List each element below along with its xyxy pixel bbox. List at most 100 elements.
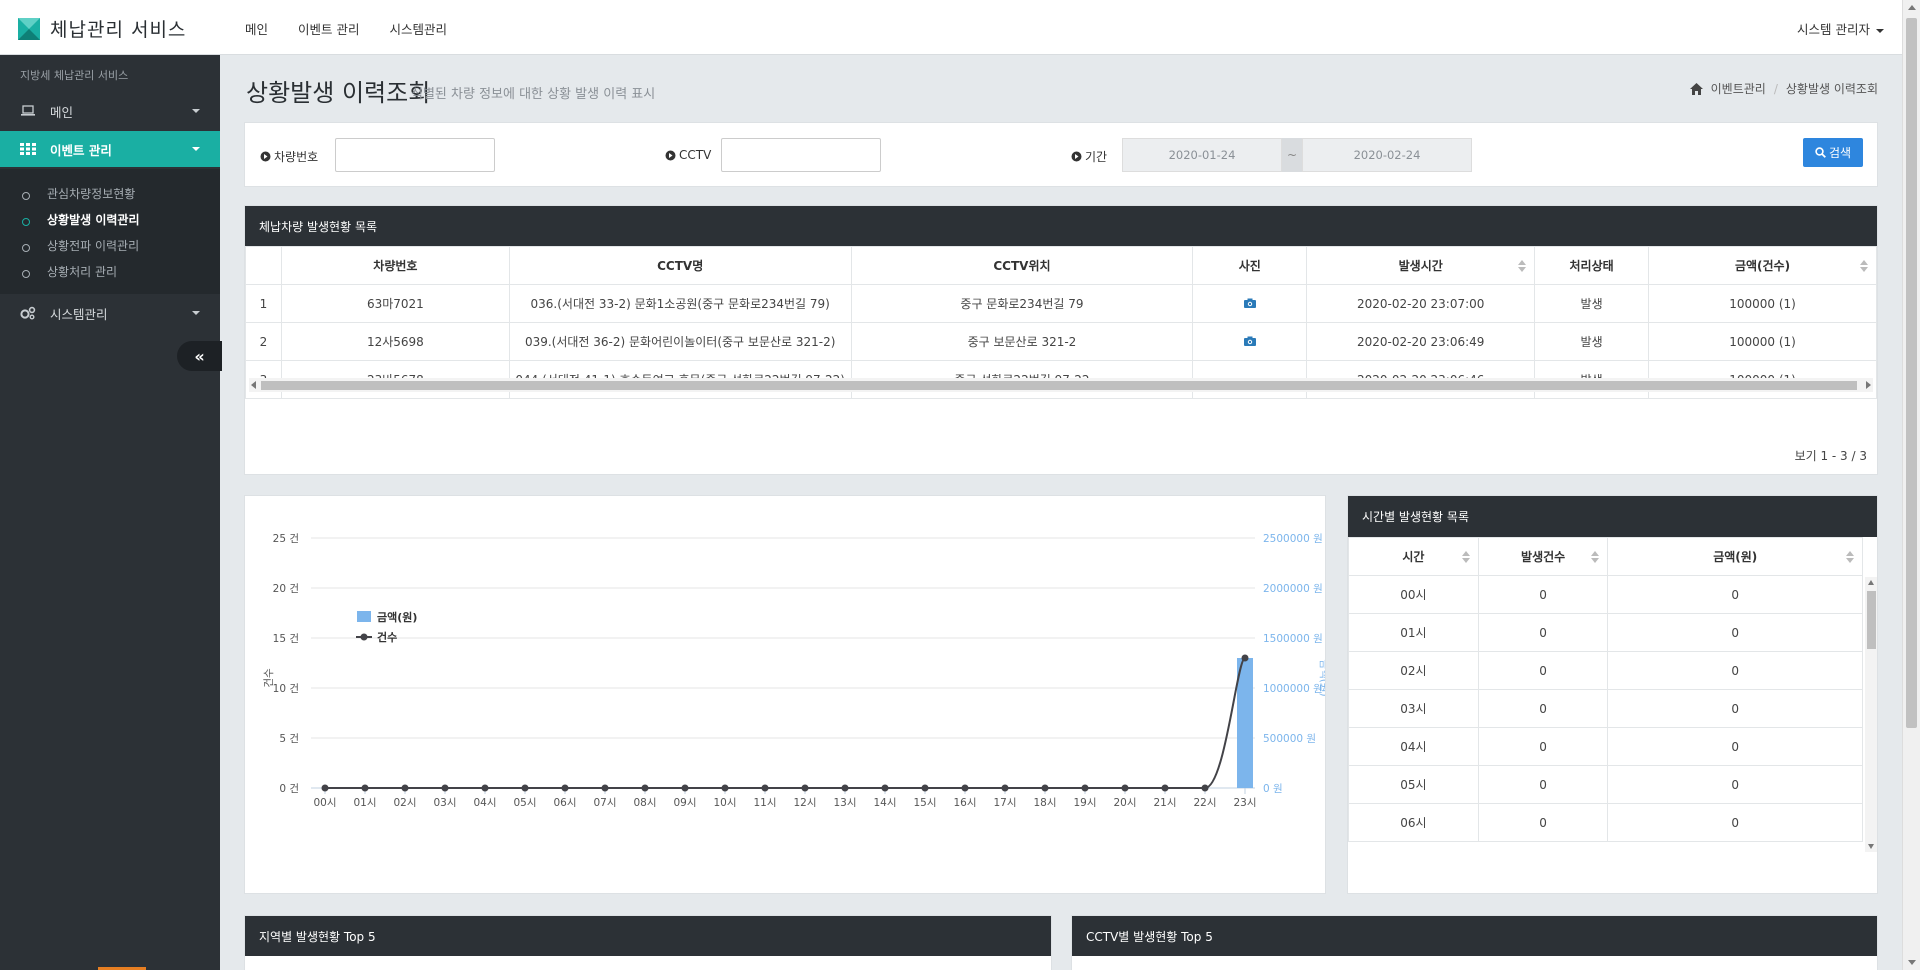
- amount-cell: 0: [1607, 689, 1863, 728]
- x-tick-label: 05시: [513, 797, 536, 809]
- time-cell: 2020-02-20 23:07:00: [1306, 284, 1536, 323]
- x-tick-label: 08시: [633, 797, 656, 809]
- chart-point: [601, 784, 609, 792]
- region-top5-panel: 지역별 발생현황 Top 5: [244, 915, 1052, 970]
- submenu-label: 관심차량정보현황: [47, 186, 136, 201]
- search-button-label: 검색: [1828, 146, 1852, 160]
- scroll-down-icon[interactable]: [1868, 844, 1874, 849]
- scroll-down-icon[interactable]: [1908, 960, 1916, 965]
- column-header-photo[interactable]: 사진: [1192, 246, 1308, 285]
- table-horizontal-scrollbar[interactable]: [249, 378, 1873, 392]
- sort-icon[interactable]: [1846, 551, 1854, 563]
- column-header-hour[interactable]: 시간: [1348, 537, 1479, 576]
- x-tick-label: 22시: [1193, 797, 1216, 809]
- legend-line-marker: [360, 633, 368, 641]
- scroll-left-icon[interactable]: [251, 381, 256, 389]
- table-row[interactable]: 02시 0 0: [1348, 651, 1863, 690]
- sidebar-item-label: 이벤트 관리: [50, 142, 112, 158]
- table-row[interactable]: 01시 0 0: [1348, 613, 1863, 652]
- home-icon[interactable]: [1689, 82, 1703, 95]
- table-row[interactable]: 04시 0 0: [1348, 727, 1863, 766]
- sidebar-title: 지방세 체납관리 서비스: [20, 69, 129, 82]
- hour-cell: 00시: [1348, 575, 1479, 614]
- user-menu[interactable]: 시스템 관리자: [1797, 19, 1884, 38]
- table-row[interactable]: 03시 0 0: [1348, 689, 1863, 728]
- sidebar-item-system-management[interactable]: 시스템관리: [0, 295, 220, 331]
- sort-icon[interactable]: [1518, 260, 1527, 272]
- x-tick-label: 16시: [953, 797, 976, 809]
- column-header-vehicle[interactable]: 차량번호: [280, 246, 510, 285]
- topnav-main[interactable]: 메인: [245, 19, 268, 38]
- camera-icon[interactable]: [1243, 298, 1256, 308]
- amount-cell: 0: [1607, 613, 1863, 652]
- count-cell: 0: [1477, 727, 1609, 766]
- scrollbar-thumb[interactable]: [261, 381, 1857, 390]
- y-right-tick-label: 2500000 원: [1263, 533, 1323, 545]
- double-chevron-left-icon: «: [194, 346, 205, 366]
- submenu-item-interest-vehicle[interactable]: 관심차량정보현황: [0, 181, 220, 205]
- x-tick-label: 17시: [993, 797, 1016, 809]
- scroll-right-icon[interactable]: [1866, 381, 1871, 389]
- chevron-down-icon: [192, 109, 200, 113]
- topnav-system-management[interactable]: 시스템관리: [390, 19, 448, 38]
- breadcrumb: 이벤트관리 / 상황발생 이력조회: [1689, 80, 1878, 97]
- scroll-up-icon[interactable]: [1908, 5, 1916, 10]
- y-left-tick-label: 10 건: [273, 683, 299, 695]
- sidebar-item-main[interactable]: 메인: [0, 93, 220, 129]
- cctv-input[interactable]: [721, 138, 881, 172]
- x-tick-label: 00시: [313, 797, 336, 809]
- circle-icon: [22, 244, 30, 252]
- amount-cell: 0: [1607, 803, 1863, 842]
- breadcrumb-separator: /: [1773, 81, 1778, 96]
- window-scrollbar[interactable]: [1902, 0, 1920, 970]
- breadcrumb-item[interactable]: 이벤트관리: [1711, 80, 1766, 97]
- table-row[interactable]: 05시 0 0: [1348, 765, 1863, 804]
- scroll-up-icon[interactable]: [1868, 580, 1874, 585]
- column-header-amount[interactable]: 금액(건수): [1648, 246, 1877, 285]
- sort-icon[interactable]: [1591, 551, 1600, 563]
- sidebar-item-label: 메인: [50, 104, 74, 120]
- submenu-item-event-handling[interactable]: 상황처리 관리: [0, 259, 220, 283]
- table-row[interactable]: 2 12사5698 039.(서대전 36-2) 문화어린이놀이터(중구 보문산…: [245, 322, 1877, 361]
- hour-cell: 01시: [1348, 613, 1479, 652]
- column-header-time[interactable]: 발생시간: [1306, 246, 1536, 285]
- column-header-count-label: 발생건수: [1521, 550, 1566, 564]
- hour-cell: 04시: [1348, 727, 1479, 766]
- submenu-label: 상황전파 이력관리: [47, 238, 140, 253]
- date-to-input[interactable]: 2020-02-24: [1302, 138, 1472, 172]
- sort-icon[interactable]: [1461, 551, 1470, 563]
- sidebar-item-event-management[interactable]: 이벤트 관리: [0, 131, 220, 167]
- brand[interactable]: 체납관리 서비스: [18, 15, 186, 42]
- camera-icon[interactable]: [1243, 336, 1256, 346]
- column-header-amount[interactable]: 금액(원): [1607, 537, 1863, 576]
- table-row[interactable]: 1 63마7021 036.(서대전 33-2) 문화1소공원(중구 문화로23…: [245, 284, 1877, 323]
- column-header-no: [245, 246, 282, 285]
- submenu-item-propagation-history[interactable]: 상황전파 이력관리: [0, 233, 220, 257]
- x-tick-label: 07시: [593, 797, 616, 809]
- chart-point: [1081, 784, 1089, 792]
- scrollbar-thumb[interactable]: [1867, 591, 1876, 649]
- photo-cell[interactable]: [1192, 284, 1308, 323]
- column-header-cctv-name[interactable]: CCTV명: [508, 246, 852, 285]
- caret-down-icon: [1876, 28, 1884, 33]
- column-header-count[interactable]: 발생건수: [1477, 537, 1609, 576]
- search-button[interactable]: 검색: [1803, 138, 1863, 167]
- row-number: 2: [245, 322, 282, 361]
- sort-icon[interactable]: [1860, 260, 1868, 272]
- cctv-location-cell: 중구 문화로234번길 79: [850, 284, 1194, 323]
- date-from-input[interactable]: 2020-01-24: [1122, 138, 1282, 172]
- topnav-event-management[interactable]: 이벤트 관리: [298, 19, 359, 38]
- column-header-cctv-location[interactable]: CCTV위치: [850, 246, 1194, 285]
- vehicle-number-input[interactable]: [335, 138, 495, 172]
- event-table-panel: 체납차량 발생현황 목록 차량번호 CCTV명 CCTV위치 사진 발생시간 처…: [244, 205, 1878, 475]
- table-row[interactable]: 06시 0 0: [1348, 803, 1863, 842]
- column-header-status[interactable]: 처리상태: [1534, 246, 1650, 285]
- cctv-label-text: CCTV: [679, 148, 712, 162]
- scrollbar-thumb[interactable]: [1906, 18, 1917, 728]
- sidebar-collapse-button[interactable]: «: [177, 341, 222, 371]
- hourly-table-scrollbar[interactable]: [1865, 577, 1877, 852]
- photo-cell[interactable]: [1192, 322, 1308, 361]
- table-row[interactable]: 00시 0 0: [1348, 575, 1863, 614]
- chart-point: [961, 784, 969, 792]
- submenu-item-event-history[interactable]: 상황발생 이력관리: [0, 207, 220, 231]
